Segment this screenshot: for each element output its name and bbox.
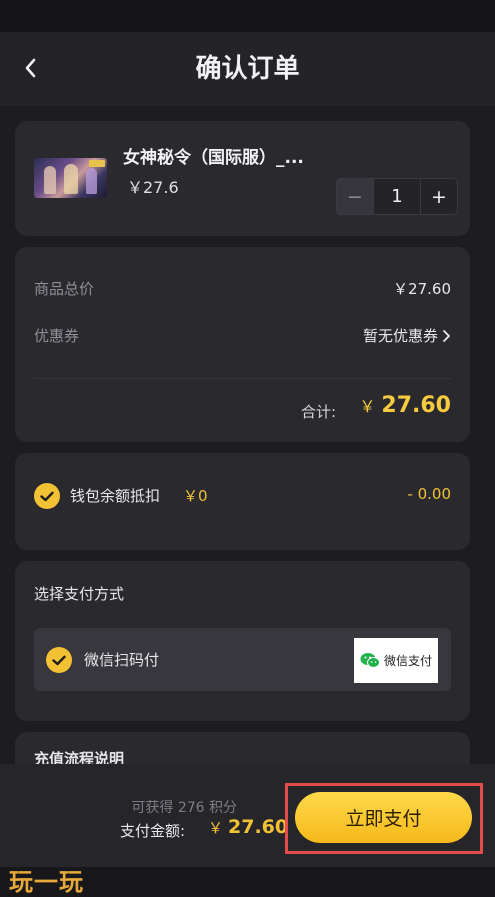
coupon-label: 优惠券 — [34, 327, 80, 345]
currency-symbol: ￥ — [208, 819, 224, 837]
wechat-pay-option[interactable]: 微信扫码付 微信支付 — [34, 628, 451, 691]
goods-total-label: 商品总价 — [34, 280, 95, 298]
pay-amount-value: ￥ 27.60 — [208, 816, 288, 838]
pay-now-button[interactable]: 立即支付 — [295, 792, 472, 843]
points-text: 可获得 276 积分 — [131, 800, 237, 816]
wallet-deduction-card[interactable]: 钱包余额抵扣 ￥0 - 0.00 — [15, 453, 470, 550]
wallet-deduction-value: - 0.00 — [407, 485, 451, 503]
product-price: ￥27.6 — [127, 178, 179, 197]
subtotal-value: ￥ 27.60 — [359, 393, 451, 418]
checkmark-icon — [40, 491, 54, 501]
back-button[interactable] — [16, 54, 44, 82]
increase-quantity-button[interactable]: + — [420, 178, 458, 215]
page-title: 确认订单 — [195, 54, 300, 84]
thumbnail-badge — [89, 160, 105, 167]
product-thumbnail[interactable] — [34, 158, 107, 198]
decrease-quantity-button[interactable]: − — [336, 178, 374, 215]
wallet-balance: ￥0 — [183, 487, 208, 505]
goods-total-value: ￥27.60 — [393, 280, 451, 298]
thumbnail-art — [44, 166, 56, 194]
wechat-pay-logo: 微信支付 — [354, 638, 438, 683]
wallet-label: 钱包余额抵扣 — [70, 487, 161, 505]
wechat-pay-logo-text: 微信支付 — [383, 654, 432, 668]
chevron-left-icon — [25, 58, 36, 78]
payment-checkbox[interactable] — [46, 647, 72, 673]
order-panel: 确认订单 女神秘令（国际服）_... ￥27.6 − 1 + 商品总价 ￥27.… — [0, 32, 495, 867]
thumbnail-art — [86, 168, 97, 194]
wallet-checkbox[interactable] — [34, 483, 60, 509]
quantity-value[interactable]: 1 — [374, 178, 420, 215]
pay-amount-label: 支付金额: — [120, 822, 186, 840]
subtotal-label: 合计: — [301, 403, 337, 421]
coupon-selector[interactable]: 暂无优惠券 — [363, 325, 451, 346]
watermark-logo: 玩一玩 — [9, 868, 84, 896]
wechat-icon — [360, 653, 380, 668]
header: 确认订单 — [0, 32, 495, 106]
product-card: 女神秘令（国际服）_... ￥27.6 − 1 + — [15, 121, 470, 236]
chevron-right-icon — [443, 329, 450, 342]
subtotal-amount: 27.60 — [381, 393, 451, 418]
payment-method-card: 选择支付方式 微信扫码付 微信支付 — [15, 561, 470, 721]
pay-amount: 27.60 — [228, 816, 289, 838]
payment-section-title: 选择支付方式 — [34, 585, 125, 603]
bottom-pay-bar: 可获得 276 积分 支付金额: ￥ 27.60 立即支付 — [0, 764, 495, 867]
quantity-stepper: − 1 + — [336, 178, 458, 215]
product-name: 女神秘令（国际服）_... — [123, 148, 304, 168]
thumbnail-art — [64, 164, 78, 194]
payment-method-label: 微信扫码付 — [84, 651, 160, 669]
checkmark-icon — [52, 655, 66, 665]
price-summary-card: 商品总价 ￥27.60 优惠券 暂无优惠券 合计: ￥ 27.60 — [15, 247, 470, 442]
top-strip — [0, 0, 495, 32]
coupon-value: 暂无优惠券 — [362, 327, 438, 345]
divider — [34, 378, 451, 379]
currency-symbol: ￥ — [359, 397, 376, 416]
